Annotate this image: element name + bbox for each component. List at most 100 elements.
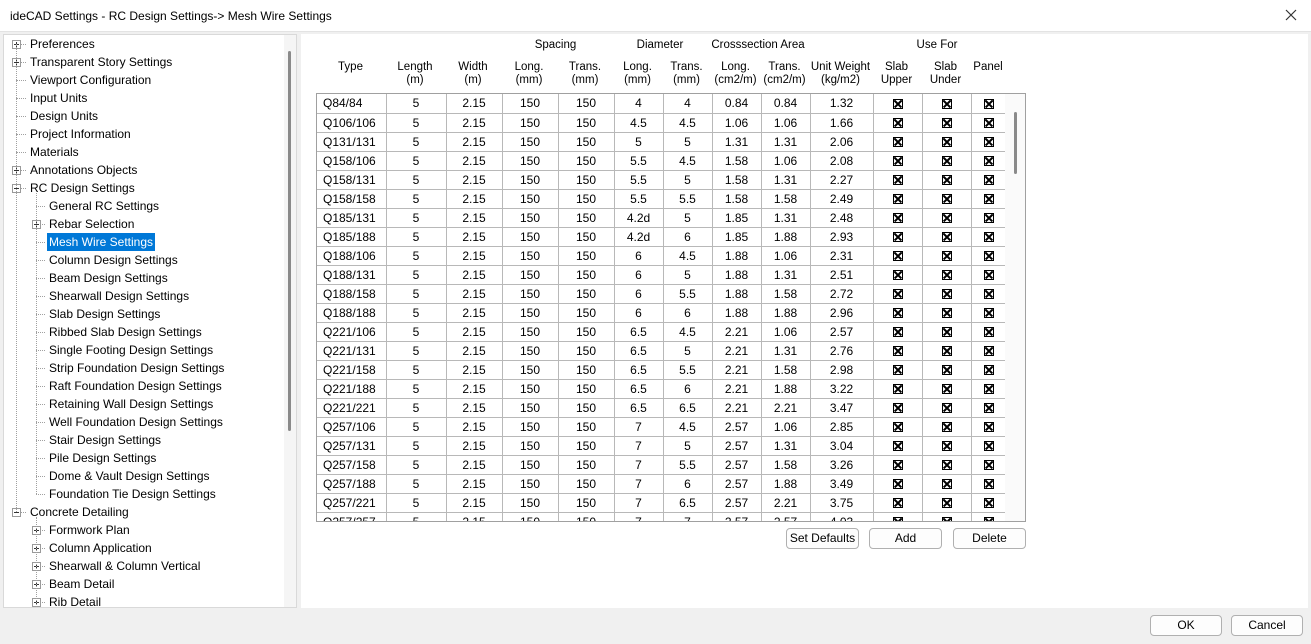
crossed-checkbox-icon[interactable]: [941, 441, 952, 452]
table-cell[interactable]: 1.88: [761, 303, 811, 323]
table-cell[interactable]: 1.58: [712, 189, 762, 209]
table-cell[interactable]: 5: [386, 303, 447, 323]
crossed-checkbox-icon[interactable]: [892, 213, 903, 224]
table-cell[interactable]: Q257/158: [317, 455, 387, 475]
table-cell[interactable]: 6.5: [614, 341, 664, 361]
crossed-checkbox-icon[interactable]: [984, 479, 994, 490]
table-cell[interactable]: 1.31: [761, 208, 811, 228]
use-for-cell[interactable]: [873, 132, 923, 152]
table-cell[interactable]: 1.85: [712, 227, 762, 247]
use-for-cell[interactable]: [873, 265, 923, 285]
table-cell[interactable]: 150: [502, 417, 559, 437]
grid-scrollbar-thumb[interactable]: [1014, 112, 1017, 174]
table-cell[interactable]: 1.88: [712, 265, 762, 285]
table-cell[interactable]: 5: [386, 322, 447, 342]
table-cell[interactable]: 2.21: [712, 322, 762, 342]
table-cell[interactable]: 150: [502, 474, 559, 494]
table-cell[interactable]: 6: [663, 474, 713, 494]
table-cell[interactable]: 3.49: [810, 474, 874, 494]
tree-item[interactable]: Well Foundation Design Settings: [47, 413, 225, 431]
use-for-cell[interactable]: [971, 360, 1008, 380]
table-cell[interactable]: 5.5: [663, 284, 713, 304]
crossed-checkbox-icon[interactable]: [892, 99, 903, 110]
table-cell[interactable]: 1.88: [761, 227, 811, 247]
tree-item[interactable]: Preferences: [28, 35, 97, 53]
table-cell[interactable]: Q185/131: [317, 208, 387, 228]
crossed-checkbox-icon[interactable]: [941, 270, 952, 281]
table-cell[interactable]: 7: [663, 512, 713, 521]
use-for-cell[interactable]: [971, 474, 1008, 494]
use-for-cell[interactable]: [873, 379, 923, 399]
use-for-cell[interactable]: [971, 417, 1008, 437]
table-cell[interactable]: 2.15: [446, 341, 503, 361]
table-cell[interactable]: 7: [614, 417, 664, 437]
table-cell[interactable]: 150: [558, 493, 615, 513]
table-row[interactable]: Q257/257 5 2.15 150 150 7 7 2.57 2.57 4.03: [317, 512, 1008, 521]
use-for-cell[interactable]: [873, 417, 923, 437]
use-for-cell[interactable]: [873, 436, 923, 456]
table-cell[interactable]: 150: [558, 398, 615, 418]
table-row[interactable]: Q188/131 5 2.15 150 150 6 5 1.88 1.31 2.51: [317, 265, 1008, 285]
table-cell[interactable]: 150: [558, 94, 615, 114]
crossed-checkbox-icon[interactable]: [892, 422, 903, 433]
table-cell[interactable]: 5: [386, 189, 447, 209]
use-for-cell[interactable]: [873, 189, 923, 209]
table-cell[interactable]: 1.06: [761, 322, 811, 342]
table-cell[interactable]: 4.2d: [614, 227, 664, 247]
table-cell[interactable]: 150: [502, 512, 559, 521]
table-row[interactable]: Q185/131 5 2.15 150 150 4.2d 5 1.85 1.31 2.48: [317, 208, 1008, 228]
use-for-cell[interactable]: [873, 151, 923, 171]
crossed-checkbox-icon[interactable]: [984, 99, 994, 110]
crossed-checkbox-icon[interactable]: [892, 156, 903, 167]
crossed-checkbox-icon[interactable]: [941, 422, 952, 433]
table-cell[interactable]: 150: [502, 284, 559, 304]
table-row[interactable]: Q185/188 5 2.15 150 150 4.2d 6 1.85 1.88 2.93: [317, 227, 1008, 247]
tree-item[interactable]: Rib Detail: [47, 593, 103, 607]
tree-item[interactable]: Ribbed Slab Design Settings: [47, 323, 204, 341]
crossed-checkbox-icon[interactable]: [892, 517, 903, 521]
table-cell[interactable]: 5: [386, 246, 447, 266]
use-for-cell[interactable]: [922, 436, 972, 456]
table-row[interactable]: Q84/84 5 2.15 150 150 4 4 0.84 0.84 1.32: [317, 94, 1008, 114]
table-cell[interactable]: 6: [663, 227, 713, 247]
grid-scrollbar[interactable]: [1005, 94, 1025, 521]
table-cell[interactable]: Q257/257: [317, 512, 387, 521]
crossed-checkbox-icon[interactable]: [941, 137, 952, 148]
use-for-cell[interactable]: [971, 113, 1008, 133]
table-cell[interactable]: 150: [502, 151, 559, 171]
table-cell[interactable]: 2.21: [712, 341, 762, 361]
table-cell[interactable]: 2.08: [810, 151, 874, 171]
table-row[interactable]: Q131/131 5 2.15 150 150 5 5 1.31 1.31 2.06: [317, 132, 1008, 152]
table-cell[interactable]: Q158/158: [317, 189, 387, 209]
crossed-checkbox-icon[interactable]: [984, 441, 994, 452]
table-cell[interactable]: 150: [502, 132, 559, 152]
crossed-checkbox-icon[interactable]: [941, 403, 952, 414]
table-cell[interactable]: 4.5: [663, 151, 713, 171]
use-for-cell[interactable]: [922, 113, 972, 133]
crossed-checkbox-icon[interactable]: [941, 232, 952, 243]
use-for-cell[interactable]: [873, 227, 923, 247]
crossed-checkbox-icon[interactable]: [941, 118, 952, 129]
tree-item[interactable]: Dome & Vault Design Settings: [47, 467, 212, 485]
table-cell[interactable]: 2.57: [810, 322, 874, 342]
crossed-checkbox-icon[interactable]: [984, 498, 994, 509]
table-cell[interactable]: 3.75: [810, 493, 874, 513]
use-for-cell[interactable]: [971, 151, 1008, 171]
table-cell[interactable]: 4: [663, 94, 713, 114]
table-cell[interactable]: 150: [558, 379, 615, 399]
table-cell[interactable]: 5: [386, 417, 447, 437]
table-cell[interactable]: 150: [558, 246, 615, 266]
use-for-cell[interactable]: [971, 246, 1008, 266]
table-cell[interactable]: 1.85: [712, 208, 762, 228]
use-for-cell[interactable]: [971, 284, 1008, 304]
table-cell[interactable]: 4.5: [614, 113, 664, 133]
table-cell[interactable]: 150: [558, 189, 615, 209]
table-cell[interactable]: 5: [663, 436, 713, 456]
table-cell[interactable]: 5: [386, 512, 447, 521]
crossed-checkbox-icon[interactable]: [892, 270, 903, 281]
table-cell[interactable]: 150: [558, 341, 615, 361]
table-cell[interactable]: 6.5: [663, 493, 713, 513]
table-cell[interactable]: 1.58: [761, 455, 811, 475]
crossed-checkbox-icon[interactable]: [984, 384, 994, 395]
tree-item[interactable]: Retaining Wall Design Settings: [47, 395, 215, 413]
